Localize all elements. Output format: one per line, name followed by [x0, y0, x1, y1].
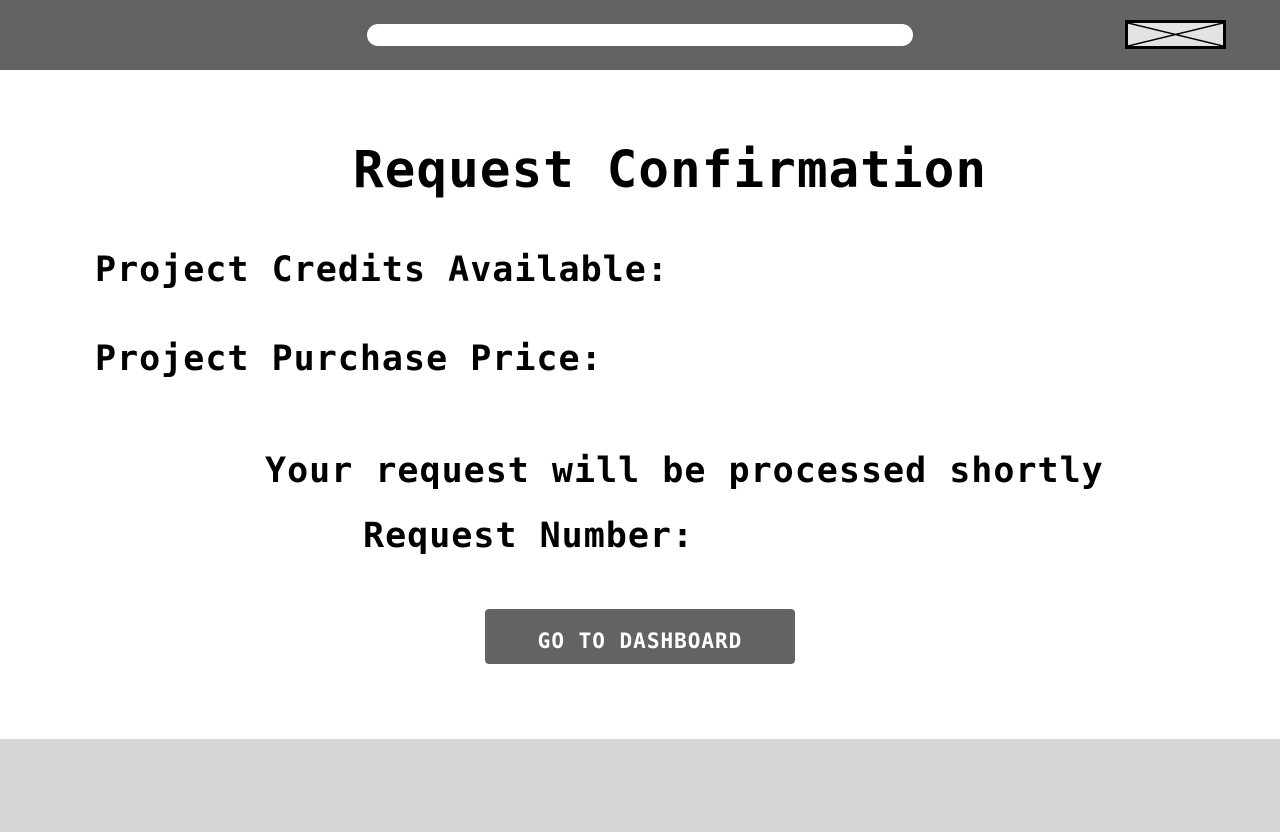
credits-label: Project Credits Available: [95, 250, 669, 290]
image-placeholder-icon[interactable] [1125, 20, 1226, 49]
status-message: Your request will be processed shortly [265, 451, 1104, 491]
request-number-label: Request Number: [363, 516, 695, 556]
price-label: Project Purchase Price: [95, 339, 603, 379]
page: Request Confirmation Project Credits Ava… [0, 0, 1280, 832]
footer [0, 739, 1280, 832]
search-input[interactable] [367, 24, 913, 46]
page-title: Request Confirmation [352, 141, 988, 200]
go-to-dashboard-button[interactable]: GO TO DASHBOARD [485, 609, 795, 664]
image-placeholder-cross [1128, 23, 1223, 46]
top-bar [0, 0, 1280, 70]
